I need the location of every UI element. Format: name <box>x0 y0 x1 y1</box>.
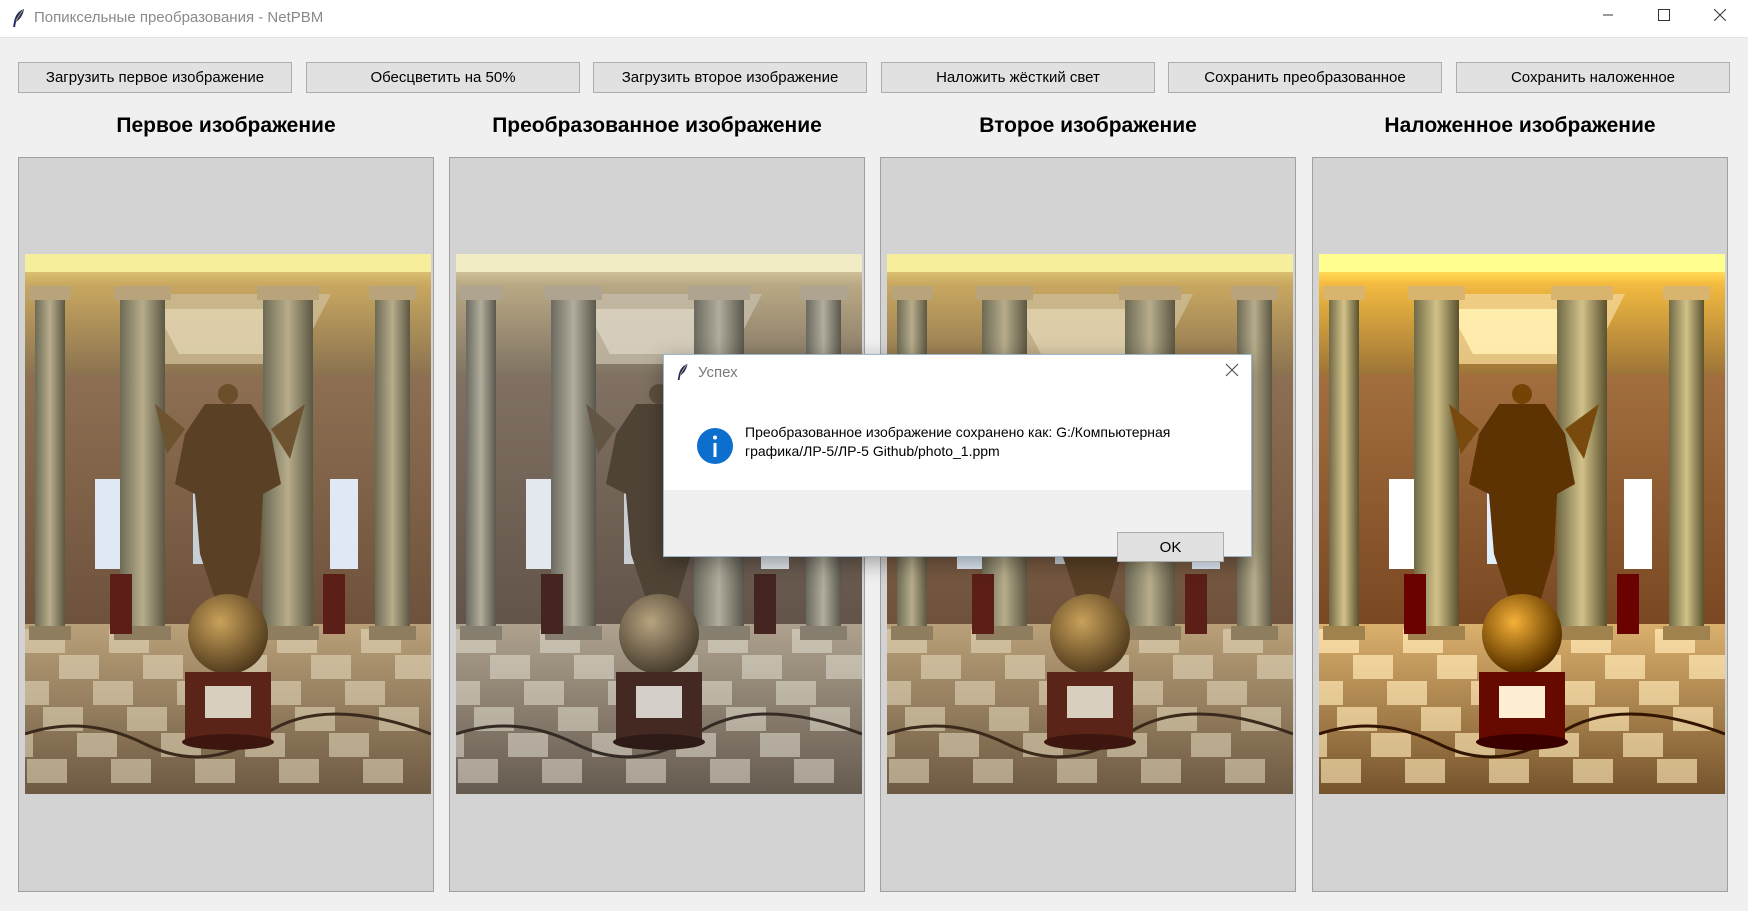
panel-title-blended: Наложенное изображение <box>1384 114 1656 137</box>
success-dialog: Успех Преобразованное изображение сохран… <box>663 354 1252 562</box>
panel-title-second: Второе изображение <box>979 114 1197 137</box>
dialog-close-button[interactable] <box>1221 361 1243 383</box>
save-blended-button[interactable]: Сохранить наложенное <box>1456 62 1730 93</box>
minimize-icon <box>1602 8 1614 26</box>
load-second-image-button[interactable]: Загрузить второе изображение <box>593 62 867 93</box>
window-titlebar: Попиксельные преобразования - NetPBM <box>0 0 1748 38</box>
minimize-button[interactable] <box>1580 0 1636 34</box>
dialog-message: Преобразованное изображение сохранено ка… <box>745 424 1171 459</box>
feather-icon <box>675 362 691 382</box>
first-image-panel <box>18 157 434 892</box>
dialog-titlebar: Успех <box>664 355 1251 389</box>
save-transformed-button[interactable]: Сохранить преобразованное <box>1168 62 1442 93</box>
maximize-icon <box>1658 8 1670 26</box>
blended-image <box>1319 254 1725 794</box>
feather-icon <box>10 8 28 28</box>
close-icon <box>1713 8 1727 26</box>
dialog-body: Преобразованное изображение сохранено ка… <box>664 389 1251 490</box>
dialog-title: Успех <box>698 364 738 381</box>
first-image <box>25 254 431 794</box>
close-icon <box>1225 363 1239 382</box>
close-button[interactable] <box>1692 0 1748 34</box>
window-title: Попиксельные преобразования - NetPBM <box>34 9 324 26</box>
desaturate-button[interactable]: Обесцветить на 50% <box>306 62 580 93</box>
info-icon <box>696 427 734 465</box>
panel-title-first: Первое изображение <box>116 114 336 137</box>
panel-title-transformed: Преобразованное изображение <box>492 114 822 137</box>
hard-light-button[interactable]: Наложить жёсткий свет <box>881 62 1155 93</box>
blended-image-panel <box>1312 157 1728 892</box>
load-first-image-button[interactable]: Загрузить первое изображение <box>18 62 292 93</box>
maximize-button[interactable] <box>1636 0 1692 34</box>
ok-button[interactable]: OK <box>1117 532 1224 562</box>
